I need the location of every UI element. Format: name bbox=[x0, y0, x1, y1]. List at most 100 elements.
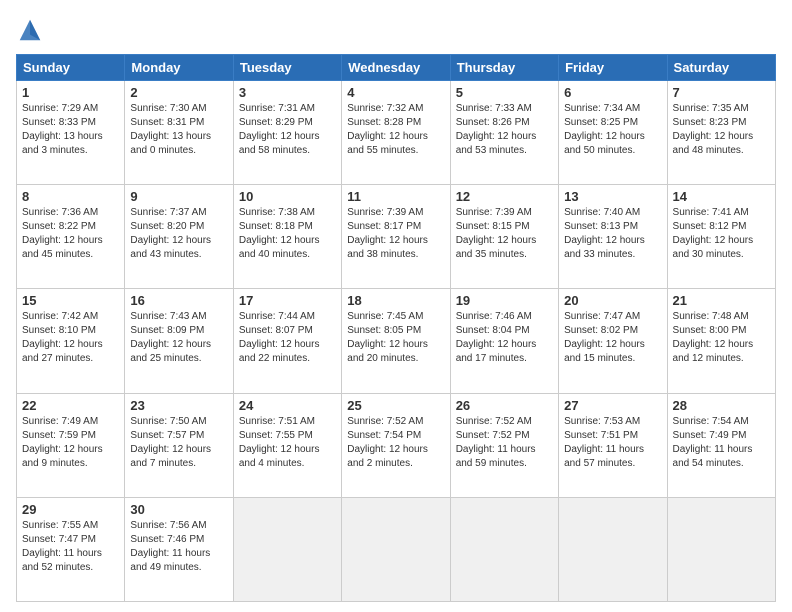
calendar-day-cell: 24Sunrise: 7:51 AMSunset: 7:55 PMDayligh… bbox=[233, 393, 341, 497]
header bbox=[16, 16, 776, 44]
day-detail: Sunrise: 7:30 AMSunset: 8:31 PMDaylight:… bbox=[130, 103, 211, 156]
calendar-day-cell: 13 Sunrise: 7:40 AMSunset: 8:13 PMDayligh… bbox=[559, 185, 667, 289]
calendar-day-cell: 14Sunrise: 7:41 AMSunset: 8:12 PMDayligh… bbox=[667, 185, 775, 289]
day-detail: Sunrise: 7:52 AMSunset: 7:52 PMDaylight:… bbox=[456, 416, 536, 469]
calendar-day-cell: 22 Sunrise: 7:49 AMSunset: 7:59 PMDayligh… bbox=[17, 393, 125, 497]
calendar-week-row: 29 Sunrise: 7:55 AMSunset: 7:47 PMDayligh… bbox=[17, 497, 776, 601]
day-detail: Sunrise: 7:36 AMSunset: 8:22 PMDaylight:… bbox=[22, 207, 103, 260]
day-number: 26 bbox=[456, 398, 553, 413]
day-detail: Sunrise: 7:47 AMSunset: 8:02 PMDaylight:… bbox=[564, 311, 645, 364]
calendar-day-cell: 23 Sunrise: 7:50 AMSunset: 7:57 PMDayligh… bbox=[125, 393, 233, 497]
calendar-day-cell: 15 Sunrise: 7:42 AMSunset: 8:10 PMDayligh… bbox=[17, 289, 125, 393]
calendar-day-cell bbox=[342, 497, 450, 601]
day-detail: Sunrise: 7:46 AMSunset: 8:04 PMDaylight:… bbox=[456, 311, 537, 364]
calendar-day-cell: 10 Sunrise: 7:38 AMSunset: 8:18 PMDayligh… bbox=[233, 185, 341, 289]
calendar-week-row: 8 Sunrise: 7:36 AMSunset: 8:22 PMDaylight… bbox=[17, 185, 776, 289]
calendar-day-header: Sunday bbox=[17, 55, 125, 81]
day-number: 22 bbox=[22, 398, 119, 413]
day-number: 17 bbox=[239, 293, 336, 308]
calendar-day-cell: 27 Sunrise: 7:53 AMSunset: 7:51 PMDayligh… bbox=[559, 393, 667, 497]
day-detail: Sunrise: 7:40 AMSunset: 8:13 PMDaylight:… bbox=[564, 207, 645, 260]
calendar-day-header: Thursday bbox=[450, 55, 558, 81]
calendar-day-header: Monday bbox=[125, 55, 233, 81]
day-detail: Sunrise: 7:33 AMSunset: 8:26 PMDaylight:… bbox=[456, 103, 537, 156]
calendar-day-cell: 20Sunrise: 7:47 AMSunset: 8:02 PMDayligh… bbox=[559, 289, 667, 393]
day-number: 29 bbox=[22, 502, 119, 517]
day-detail: Sunrise: 7:50 AMSunset: 7:57 PMDaylight:… bbox=[130, 416, 211, 469]
day-number: 19 bbox=[456, 293, 553, 308]
day-number: 21 bbox=[673, 293, 770, 308]
calendar-header-row: SundayMondayTuesdayWednesdayThursdayFrid… bbox=[17, 55, 776, 81]
day-number: 3 bbox=[239, 85, 336, 100]
calendar-day-cell: 16 Sunrise: 7:43 AMSunset: 8:09 PMDayligh… bbox=[125, 289, 233, 393]
calendar-day-cell: 17Sunrise: 7:44 AMSunset: 8:07 PMDayligh… bbox=[233, 289, 341, 393]
day-number: 10 bbox=[239, 189, 336, 204]
day-number: 1 bbox=[22, 85, 119, 100]
day-detail: Sunrise: 7:38 AMSunset: 8:18 PMDaylight:… bbox=[239, 207, 320, 260]
day-detail: Sunrise: 7:54 AMSunset: 7:49 PMDaylight:… bbox=[673, 416, 753, 469]
day-detail: Sunrise: 7:49 AMSunset: 7:59 PMDaylight:… bbox=[22, 416, 103, 469]
calendar-week-row: 1 Sunrise: 7:29 AMSunset: 8:33 PMDaylight… bbox=[17, 81, 776, 185]
calendar-day-cell: 26 Sunrise: 7:52 AMSunset: 7:52 PMDayligh… bbox=[450, 393, 558, 497]
day-number: 9 bbox=[130, 189, 227, 204]
calendar-day-cell bbox=[667, 497, 775, 601]
calendar-day-cell: 4Sunrise: 7:32 AMSunset: 8:28 PMDaylight… bbox=[342, 81, 450, 185]
calendar-day-cell: 1 Sunrise: 7:29 AMSunset: 8:33 PMDaylight… bbox=[17, 81, 125, 185]
day-detail: Sunrise: 7:39 AMSunset: 8:17 PMDaylight:… bbox=[347, 207, 428, 260]
day-detail: Sunrise: 7:34 AMSunset: 8:25 PMDaylight:… bbox=[564, 103, 645, 156]
day-detail: Sunrise: 7:32 AMSunset: 8:28 PMDaylight:… bbox=[347, 103, 428, 156]
day-detail: Sunrise: 7:37 AMSunset: 8:20 PMDaylight:… bbox=[130, 207, 211, 260]
calendar-day-header: Friday bbox=[559, 55, 667, 81]
day-detail: Sunrise: 7:51 AMSunset: 7:55 PMDaylight:… bbox=[239, 416, 320, 469]
calendar-day-cell: 11 Sunrise: 7:39 AMSunset: 8:17 PMDayligh… bbox=[342, 185, 450, 289]
day-detail: Sunrise: 7:31 AMSunset: 8:29 PMDaylight:… bbox=[239, 103, 320, 156]
day-detail: Sunrise: 7:43 AMSunset: 8:09 PMDaylight:… bbox=[130, 311, 211, 364]
calendar-week-row: 15 Sunrise: 7:42 AMSunset: 8:10 PMDayligh… bbox=[17, 289, 776, 393]
day-detail: Sunrise: 7:42 AMSunset: 8:10 PMDaylight:… bbox=[22, 311, 103, 364]
calendar-day-cell: 25 Sunrise: 7:52 AMSunset: 7:54 PMDayligh… bbox=[342, 393, 450, 497]
calendar-day-cell bbox=[559, 497, 667, 601]
calendar-day-header: Saturday bbox=[667, 55, 775, 81]
logo bbox=[16, 16, 48, 44]
day-detail: Sunrise: 7:55 AMSunset: 7:47 PMDaylight:… bbox=[22, 520, 102, 573]
calendar-week-row: 22 Sunrise: 7:49 AMSunset: 7:59 PMDayligh… bbox=[17, 393, 776, 497]
day-number: 6 bbox=[564, 85, 661, 100]
day-number: 16 bbox=[130, 293, 227, 308]
calendar-day-cell: 7 Sunrise: 7:35 AMSunset: 8:23 PMDaylight… bbox=[667, 81, 775, 185]
day-number: 7 bbox=[673, 85, 770, 100]
day-number: 2 bbox=[130, 85, 227, 100]
logo-icon bbox=[16, 16, 44, 44]
calendar-day-cell: 8 Sunrise: 7:36 AMSunset: 8:22 PMDaylight… bbox=[17, 185, 125, 289]
calendar-day-cell: 29 Sunrise: 7:55 AMSunset: 7:47 PMDayligh… bbox=[17, 497, 125, 601]
day-number: 30 bbox=[130, 502, 227, 517]
day-number: 8 bbox=[22, 189, 119, 204]
day-number: 28 bbox=[673, 398, 770, 413]
day-number: 5 bbox=[456, 85, 553, 100]
day-number: 15 bbox=[22, 293, 119, 308]
calendar-day-cell: 12 Sunrise: 7:39 AMSunset: 8:15 PMDayligh… bbox=[450, 185, 558, 289]
calendar-day-cell: 9 Sunrise: 7:37 AMSunset: 8:20 PMDaylight… bbox=[125, 185, 233, 289]
day-number: 11 bbox=[347, 189, 444, 204]
day-detail: Sunrise: 7:53 AMSunset: 7:51 PMDaylight:… bbox=[564, 416, 644, 469]
calendar-day-header: Tuesday bbox=[233, 55, 341, 81]
calendar-day-cell: 6 Sunrise: 7:34 AMSunset: 8:25 PMDaylight… bbox=[559, 81, 667, 185]
day-detail: Sunrise: 7:48 AMSunset: 8:00 PMDaylight:… bbox=[673, 311, 754, 364]
day-number: 12 bbox=[456, 189, 553, 204]
day-detail: Sunrise: 7:39 AMSunset: 8:15 PMDaylight:… bbox=[456, 207, 537, 260]
calendar-day-cell: 30Sunrise: 7:56 AMSunset: 7:46 PMDayligh… bbox=[125, 497, 233, 601]
calendar-day-header: Wednesday bbox=[342, 55, 450, 81]
day-number: 13 bbox=[564, 189, 661, 204]
calendar-day-cell: 5 Sunrise: 7:33 AMSunset: 8:26 PMDaylight… bbox=[450, 81, 558, 185]
calendar-day-cell: 2 Sunrise: 7:30 AMSunset: 8:31 PMDaylight… bbox=[125, 81, 233, 185]
calendar-day-cell: 19 Sunrise: 7:46 AMSunset: 8:04 PMDayligh… bbox=[450, 289, 558, 393]
day-detail: Sunrise: 7:35 AMSunset: 8:23 PMDaylight:… bbox=[673, 103, 754, 156]
calendar-day-cell: 3 Sunrise: 7:31 AMSunset: 8:29 PMDaylight… bbox=[233, 81, 341, 185]
day-detail: Sunrise: 7:52 AMSunset: 7:54 PMDaylight:… bbox=[347, 416, 428, 469]
day-detail: Sunrise: 7:29 AMSunset: 8:33 PMDaylight:… bbox=[22, 103, 103, 156]
day-number: 14 bbox=[673, 189, 770, 204]
day-number: 25 bbox=[347, 398, 444, 413]
day-number: 27 bbox=[564, 398, 661, 413]
calendar-day-cell: 21 Sunrise: 7:48 AMSunset: 8:00 PMDayligh… bbox=[667, 289, 775, 393]
calendar-day-cell bbox=[233, 497, 341, 601]
day-number: 23 bbox=[130, 398, 227, 413]
